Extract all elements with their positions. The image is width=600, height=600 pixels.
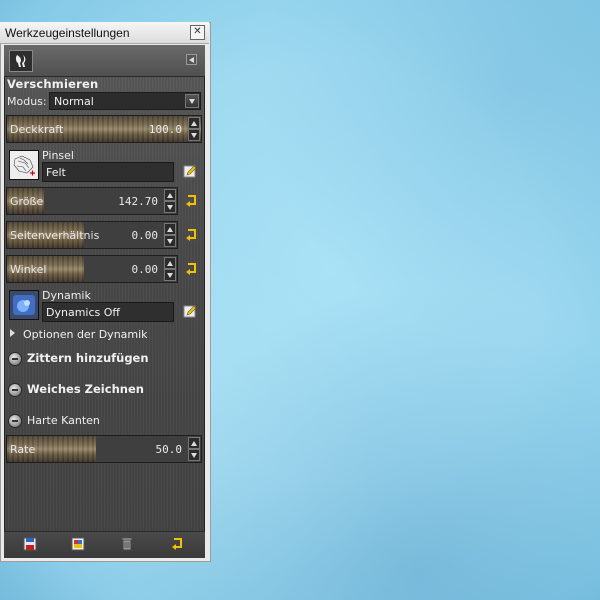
size-value: 142.70 <box>118 195 158 208</box>
angle-spinner[interactable] <box>164 257 176 281</box>
mode-combo[interactable]: Normal <box>49 92 201 110</box>
chevron-right-icon[interactable] <box>10 329 15 337</box>
brush-name-value: Felt <box>46 166 66 179</box>
spin-down-icon[interactable] <box>164 235 176 247</box>
spin-up-icon[interactable] <box>164 223 176 235</box>
opacity-scale[interactable]: Deckkraft 100.0 <box>6 115 202 143</box>
edit-dynamics-icon[interactable] <box>182 303 198 319</box>
aspect-spinner[interactable] <box>164 223 176 247</box>
tab-menu-button[interactable] <box>186 54 197 65</box>
tool-title: Verschmieren <box>7 77 99 91</box>
save-preset-icon[interactable] <box>23 537 37 551</box>
spin-down-icon[interactable] <box>164 201 176 213</box>
reset-icon[interactable] <box>170 537 184 551</box>
tab-header <box>4 45 205 77</box>
dynamics-name-value: Dynamics Off <box>46 306 120 319</box>
size-label: Größe <box>10 195 44 208</box>
mode-label: Modus: <box>7 95 47 108</box>
delete-preset-icon[interactable] <box>120 537 134 551</box>
close-button[interactable]: ✕ <box>190 25 205 40</box>
angle-scale[interactable]: Winkel 0.00 <box>6 255 178 283</box>
reset-size-icon[interactable] <box>183 193 199 209</box>
angle-value: 0.00 <box>131 263 159 276</box>
brush-name-field[interactable]: Felt <box>42 162 174 182</box>
spin-down-icon[interactable] <box>164 269 176 281</box>
spin-up-icon[interactable] <box>188 437 200 449</box>
jitter-checkbox[interactable] <box>8 352 22 366</box>
rate-value: 50.0 <box>155 443 183 456</box>
rate-spinner[interactable] <box>188 437 200 461</box>
angle-label: Winkel <box>10 263 47 276</box>
reset-aspect-icon[interactable] <box>183 227 199 243</box>
mode-value: Normal <box>54 95 94 108</box>
spin-down-icon[interactable] <box>188 449 200 461</box>
edit-brush-icon[interactable] <box>182 163 198 179</box>
spin-up-icon[interactable] <box>164 189 176 201</box>
dynamics-label: Dynamik <box>42 289 91 302</box>
spin-up-icon[interactable] <box>188 117 200 129</box>
dock-titlebar[interactable]: Werkzeugeinstellungen ✕ <box>0 22 209 44</box>
rate-scale[interactable]: Rate 50.0 <box>6 435 202 463</box>
aspect-label: Seitenverhältnis <box>10 229 100 242</box>
window-title: Werkzeugeinstellungen <box>5 26 130 40</box>
rate-label: Rate <box>10 443 36 456</box>
reset-angle-icon[interactable] <box>183 261 199 277</box>
aspect-value: 0.00 <box>131 229 159 242</box>
smudge-tool-icon[interactable] <box>9 50 33 72</box>
aspect-scale[interactable]: Seitenverhältnis 0.00 <box>6 221 178 249</box>
size-scale[interactable]: Größe 142.70 <box>6 187 178 215</box>
brush-label: Pinsel <box>42 149 74 162</box>
hard-edges-label[interactable]: Harte Kanten <box>27 414 100 427</box>
spin-up-icon[interactable] <box>164 257 176 269</box>
dynamics-preview[interactable] <box>9 290 39 320</box>
size-spinner[interactable] <box>164 189 176 213</box>
opacity-label: Deckkraft <box>10 123 64 136</box>
brush-preview[interactable] <box>9 150 39 180</box>
spin-down-icon[interactable] <box>188 129 200 141</box>
smooth-checkbox[interactable] <box>8 383 22 397</box>
hard-edges-checkbox[interactable] <box>8 414 22 428</box>
jitter-label[interactable]: Zittern hinzufügen <box>27 351 149 365</box>
opacity-value: 100.0 <box>148 123 182 136</box>
opacity-spinner[interactable] <box>188 117 200 141</box>
restore-preset-icon[interactable] <box>71 537 85 551</box>
dynamics-name-field[interactable]: Dynamics Off <box>42 302 174 322</box>
smooth-label[interactable]: Weiches Zeichnen <box>27 382 144 396</box>
dynamics-options-expander[interactable]: Optionen der Dynamik <box>23 328 148 341</box>
chevron-down-icon[interactable] <box>185 94 199 108</box>
